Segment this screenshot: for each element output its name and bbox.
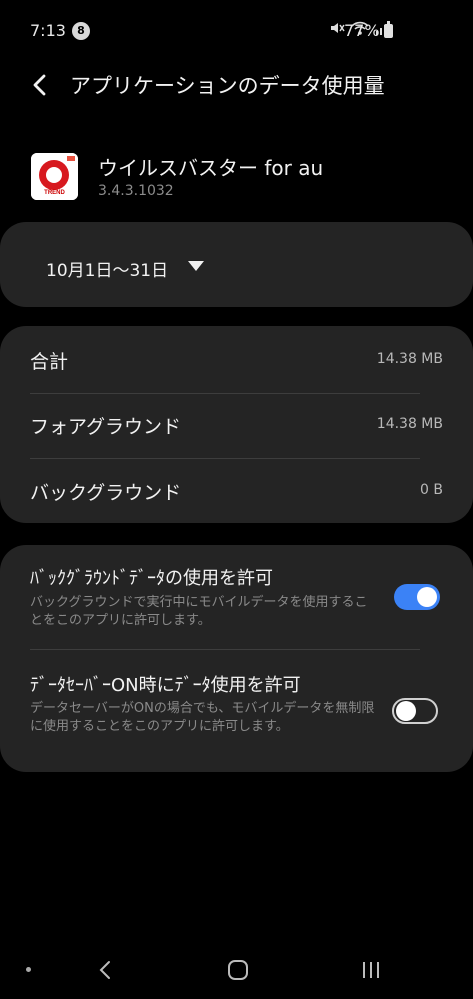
svg-text:TREND: TREND bbox=[44, 190, 65, 196]
nav-dot-icon bbox=[26, 967, 31, 972]
battery-percent: 77% bbox=[344, 21, 380, 40]
back-arrow-icon[interactable] bbox=[26, 70, 56, 100]
trend-logo-icon: TREND bbox=[31, 153, 78, 200]
page-title: アプリケーションのデータ使用量 bbox=[70, 74, 385, 98]
dropdown-caret-icon[interactable] bbox=[188, 261, 204, 271]
app-version: 3.4.3.1032 bbox=[98, 183, 174, 199]
setting-title: ﾃﾞｰﾀｾｰﾊﾞｰON時にﾃﾞｰﾀ使用を許可 bbox=[30, 675, 301, 696]
usage-row-background: バックグラウンド 0 B bbox=[30, 460, 443, 524]
mute-icon bbox=[331, 23, 345, 33]
setting-description: データセーバーがONの場合でも、モバイルデータを無制限に使用することをこのアプリ… bbox=[30, 701, 375, 734]
divider bbox=[30, 458, 420, 459]
background-data-toggle[interactable] bbox=[394, 584, 440, 610]
status-time: 7:13 bbox=[30, 21, 66, 40]
app-bar: アプリケーションのデータ使用量 bbox=[0, 60, 473, 116]
notification-badge: 8 bbox=[72, 22, 90, 40]
usage-row-foreground: フォアグラウンド 14.38 MB bbox=[30, 394, 443, 458]
status-bar: 7:13 8 77% bbox=[0, 0, 473, 60]
usage-value: 14.38 MB bbox=[376, 351, 443, 367]
usage-value: 14.38 MB bbox=[376, 416, 443, 432]
nav-home-icon[interactable] bbox=[227, 960, 249, 980]
setting-title: ﾊﾞｯｸｸﾞﾗｳﾝﾄﾞﾃﾞｰﾀの使用を許可 bbox=[30, 568, 273, 589]
data-settings-card: ﾊﾞｯｸｸﾞﾗｳﾝﾄﾞﾃﾞｰﾀの使用を許可 バックグラウンドで実行中にモバイルデ… bbox=[0, 545, 473, 772]
usage-summary-card: 合計 14.38 MB フォアグラウンド 14.38 MB バックグラウンド 0… bbox=[0, 326, 473, 523]
setting-description: バックグラウンドで実行中にモバイルデータを使用することをこのアプリに許可します。 bbox=[30, 595, 368, 628]
nav-back-icon[interactable] bbox=[98, 960, 114, 980]
battery-icon bbox=[384, 21, 393, 38]
date-range-label: 10月1日〜31日 bbox=[46, 261, 169, 281]
date-range-selector[interactable]: 10月1日〜31日 bbox=[0, 222, 473, 307]
usage-row-total: 合計 14.38 MB bbox=[30, 329, 443, 393]
usage-value: 0 B bbox=[420, 482, 443, 498]
app-icon: TREND bbox=[31, 153, 78, 200]
nav-recents-icon[interactable] bbox=[360, 960, 382, 980]
toggle-knob bbox=[417, 587, 437, 607]
toggle-knob bbox=[396, 701, 416, 721]
system-nav-bar bbox=[0, 940, 473, 999]
usage-label: フォアグラウンド bbox=[30, 416, 182, 438]
usage-label: 合計 bbox=[30, 351, 69, 373]
usage-label: バックグラウンド bbox=[30, 482, 182, 504]
data-saver-toggle[interactable] bbox=[392, 698, 438, 724]
app-name: ウイルスバスター for au bbox=[98, 156, 324, 180]
divider bbox=[30, 649, 420, 650]
